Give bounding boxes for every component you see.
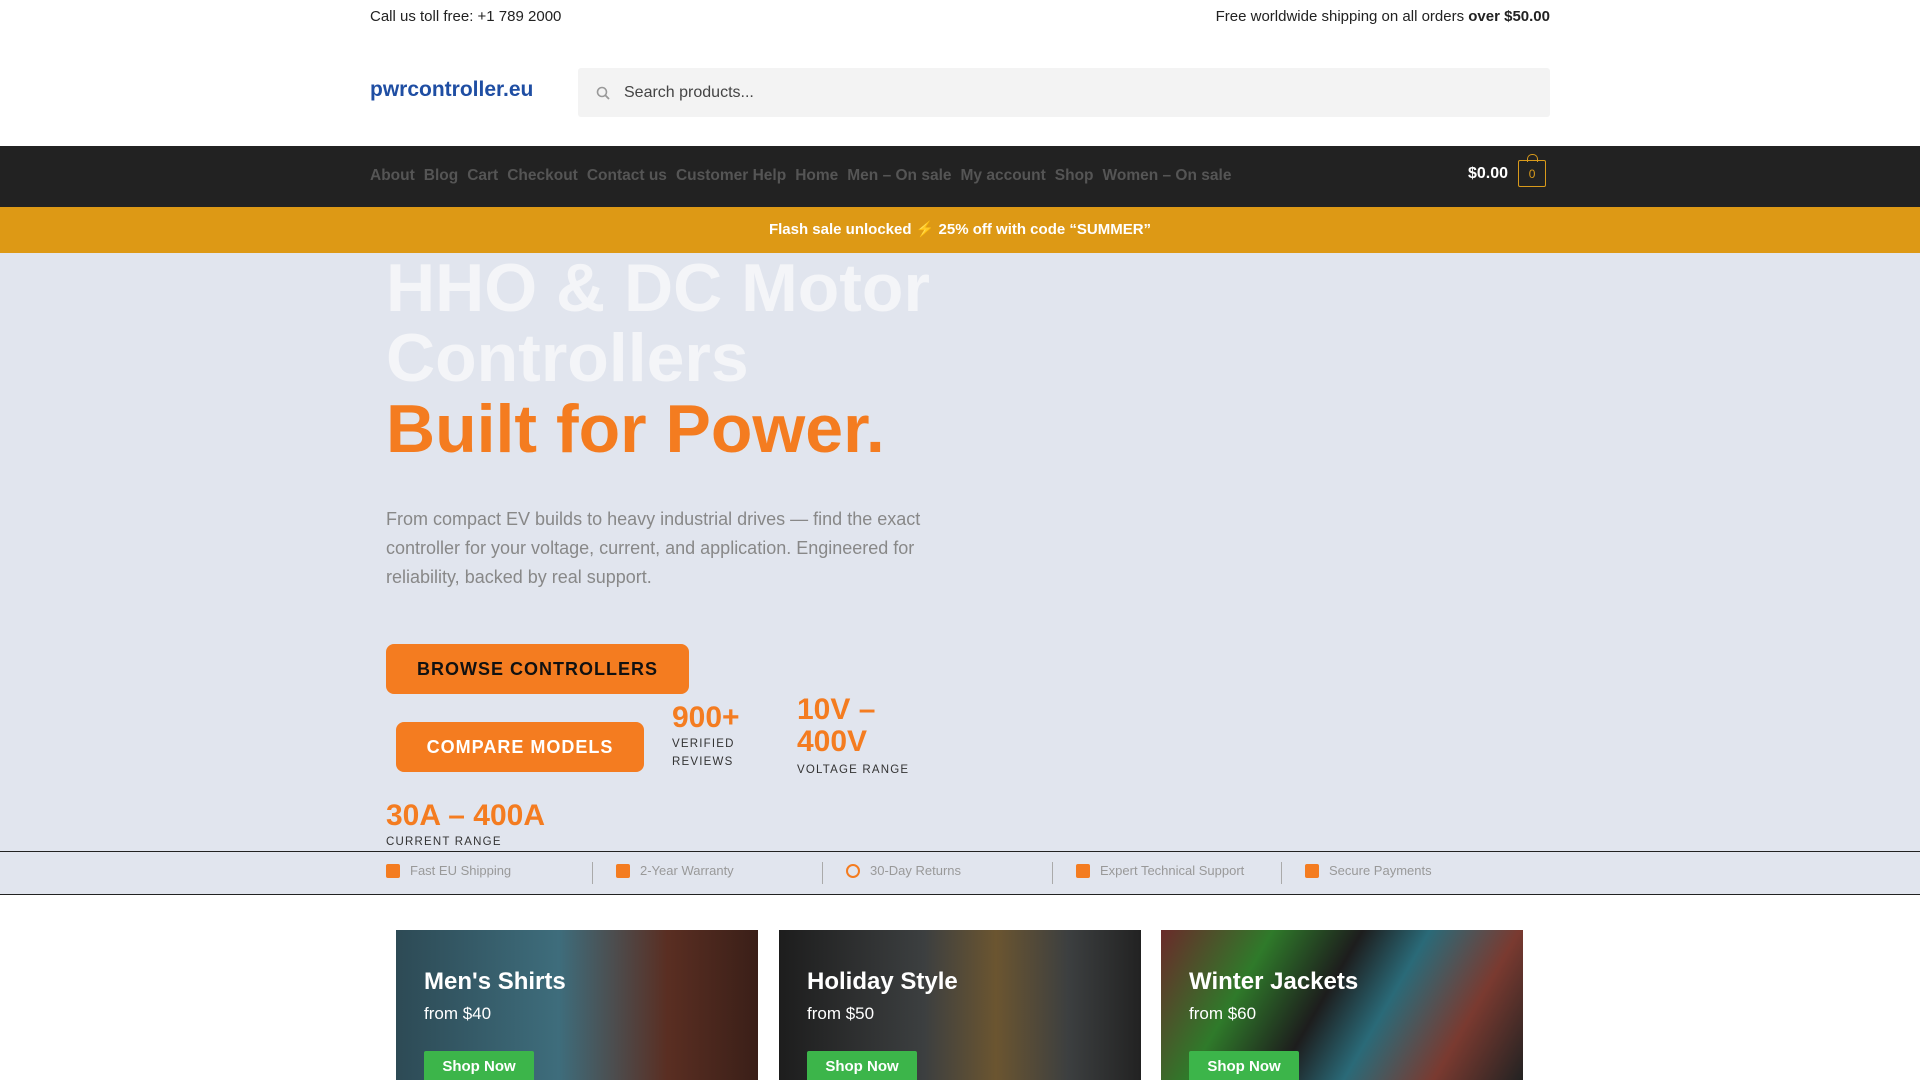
toolbox-icon [1076,863,1090,878]
toll-free-text: Call us toll free: +1 789 2000 [370,8,562,25]
nav-home[interactable]: Home [795,167,838,185]
hero-section: HHO & DC Motor Controllers Built for Pow… [0,253,1920,851]
feature-support: Expert Technical Support [1076,863,1244,878]
flash-sale-banner: Flash sale unlocked ⚡ 25% off with code … [0,207,1920,253]
hero-title-line-3: Built for Power. [386,391,885,467]
nav-blog[interactable]: Blog [424,167,458,185]
search-icon [596,86,610,100]
card-price: from $60 [1189,1004,1257,1023]
category-card-mens-shirts[interactable]: Men's Shirts from $40 Shop Now [396,930,758,1080]
hero-title-line-2: Controllers [386,320,749,396]
main-nav: About Blog Cart Checkout Contact us Cust… [0,146,1920,207]
top-bar: Call us toll free: +1 789 2000 Free worl… [370,8,1550,30]
search-input[interactable] [624,83,1424,102]
feature-label: Fast EU Shipping [410,863,512,878]
category-card-holiday-style[interactable]: Holiday Style from $50 Shop Now [779,930,1141,1080]
cart-total: $0.00 [1468,164,1509,182]
compare-models-button[interactable]: COMPARE MODELS [396,722,644,772]
nav-checkout[interactable]: Checkout [507,167,578,185]
stat-voltage-label: VOLTAGE RANGE [797,764,910,776]
shipping-text: Free worldwide shipping on all orders [1215,8,1469,25]
nav-my-account[interactable]: My account [961,167,1046,185]
feature-payments: Secure Payments [1305,863,1432,878]
features-strip: Fast EU Shipping 2-Year Warranty 30-Day … [0,851,1920,895]
feature-label: 30-Day Returns [870,863,962,878]
nav-customer-help[interactable]: Customer Help [676,167,786,185]
stat-current-label: CURRENT RANGE [386,836,502,848]
stat-reviews-value: 900+ [672,701,740,734]
shipping-notice: Free worldwide shipping on all orders ov… [1216,8,1550,30]
divider [1281,862,1282,884]
nav-women-sale[interactable]: Women – On sale [1103,167,1232,185]
nav-shop[interactable]: Shop [1055,167,1094,185]
hero-paragraph: From compact EV builds to heavy industri… [386,509,921,587]
nav-men-sale[interactable]: Men – On sale [847,167,951,185]
credit-card-icon [1305,863,1319,878]
feature-returns: 30-Day Returns [846,863,961,878]
divider [822,862,823,884]
shop-now-button[interactable]: Shop Now [424,1051,534,1080]
cart-button[interactable]: $0.00 0 [1468,154,1547,187]
card-price: from $50 [807,1004,875,1023]
stat-voltage-value: 10V – 400V [797,693,876,758]
category-card-winter-jackets[interactable]: Winter Jackets from $60 Shop Now [1161,930,1523,1080]
card-title: Holiday Style [807,968,958,995]
cart-count: 0 [1528,166,1536,181]
feature-shipping: Fast EU Shipping [386,863,511,878]
stat-reviews-label: VERIFIED REVIEWS [672,738,735,768]
feature-label: Expert Technical Support [1100,863,1245,878]
card-price: from $40 [424,1004,492,1023]
nav-about[interactable]: About [370,167,415,185]
nav-contact[interactable]: Contact us [587,167,667,185]
shop-now-button[interactable]: Shop Now [1189,1051,1299,1080]
browse-controllers-button[interactable]: BROWSE CONTROLLERS [386,644,689,694]
feature-label: 2-Year Warranty [640,863,734,878]
shop-now-button[interactable]: Shop Now [807,1051,917,1080]
feature-warranty: 2-Year Warranty [616,863,734,878]
shipping-threshold: over $50.00 [1468,8,1550,25]
card-title: Winter Jackets [1189,968,1359,995]
search-bar[interactable] [578,68,1550,117]
truck-icon [386,863,400,878]
feature-label: Secure Payments [1329,863,1432,878]
site-logo[interactable]: pwrcontroller.eu [370,78,533,102]
shopping-bag-icon: 0 [1518,154,1547,187]
card-title: Men's Shirts [424,968,566,995]
hero-title-line-1: HHO & DC Motor [386,250,930,326]
divider [592,862,593,884]
return-icon [846,863,860,878]
calendar-icon [616,863,630,878]
nav-cart[interactable]: Cart [467,167,498,185]
stat-current-value: 30A – 400A [386,799,545,832]
divider [1052,862,1053,884]
